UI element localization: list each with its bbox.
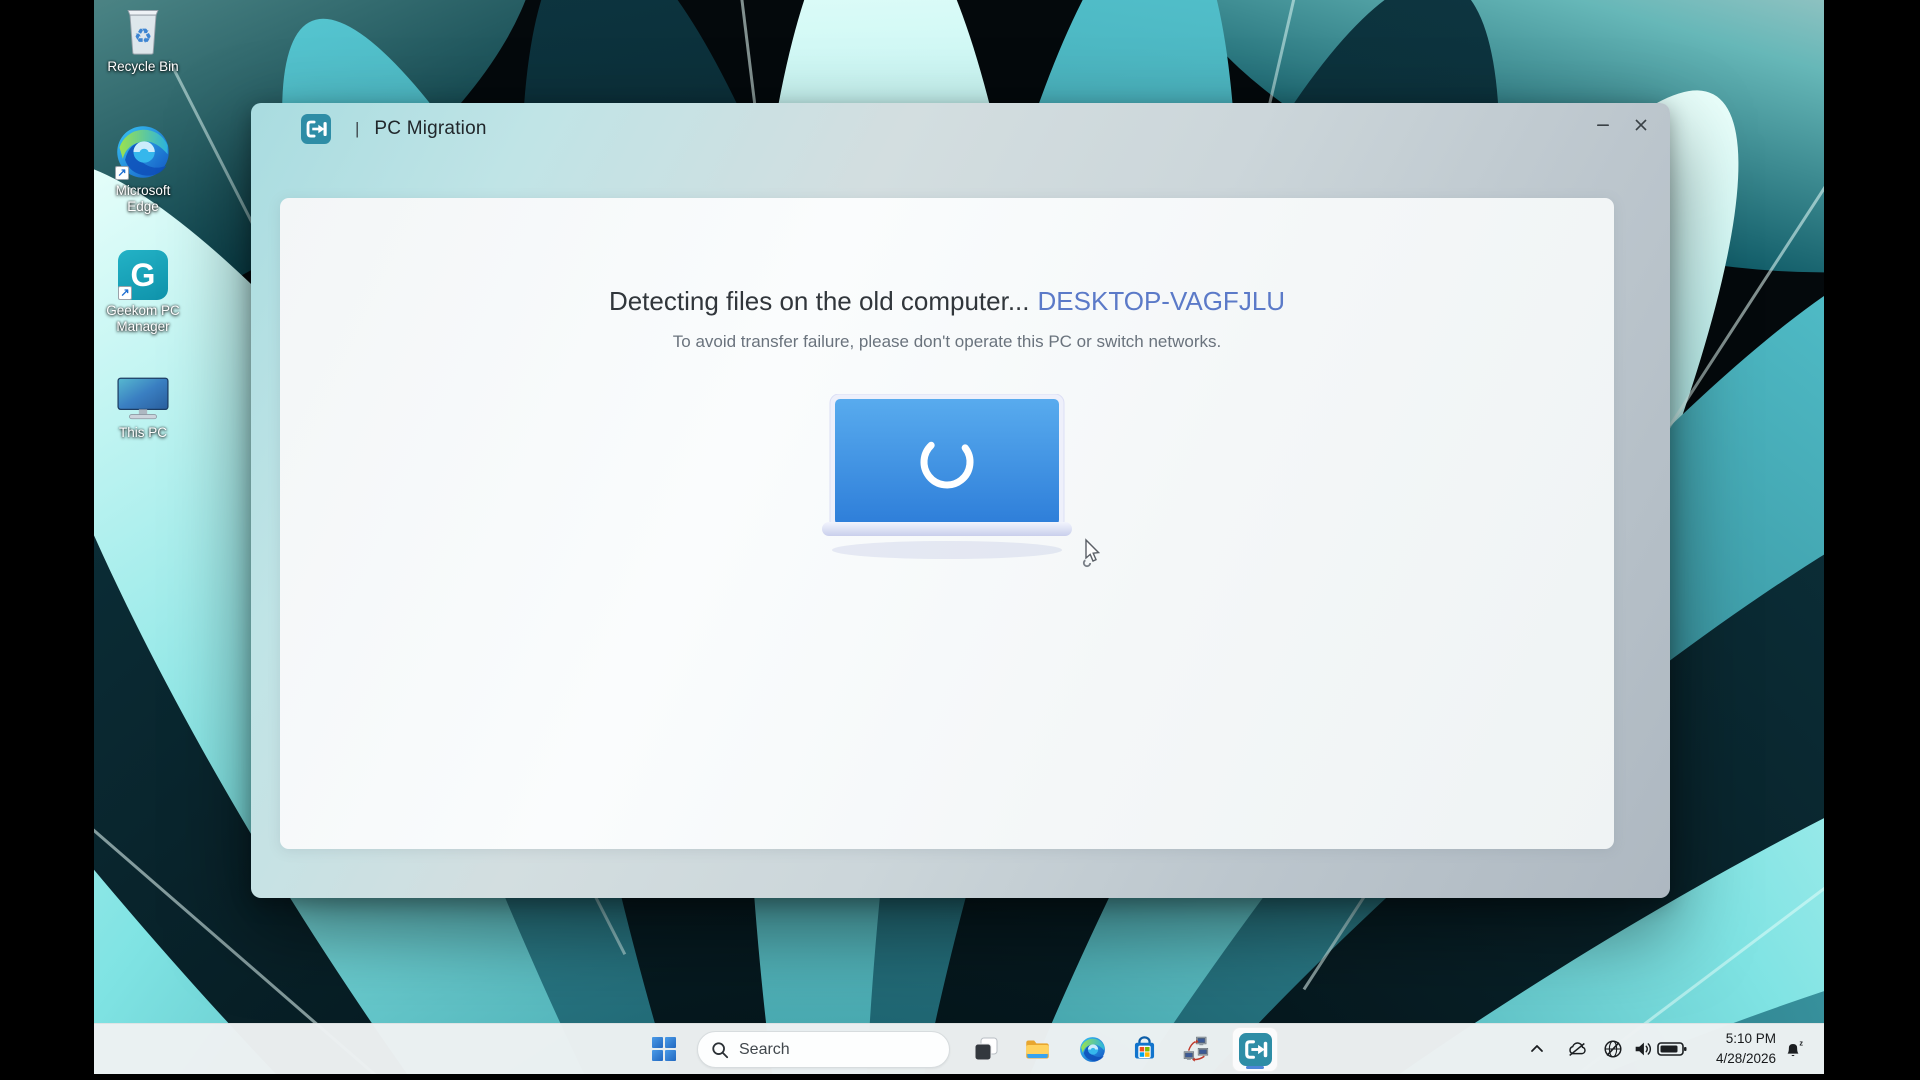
shortcut-arrow-icon: ↗ <box>115 166 129 180</box>
desktop-icon-label: Geekom PC Manager <box>102 303 184 335</box>
pc-migration-app-icon <box>301 114 331 144</box>
recycle-symbol: ♻ <box>134 26 152 48</box>
desktop-icon-geekom-pc-manager[interactable]: G ↗ Geekom PC Manager <box>102 250 184 335</box>
migration-content-panel: Detecting files on the old computer... DE… <box>280 198 1614 849</box>
microsoft-store-button[interactable] <box>1125 1030 1163 1068</box>
running-app-indicator <box>1246 1066 1264 1069</box>
edge-taskbar-button[interactable] <box>1073 1030 1111 1068</box>
recycle-bin-icon: ♻ <box>120 4 166 56</box>
desktop-icon-label: Recycle Bin <box>107 59 178 75</box>
cloud-offline-icon[interactable] <box>1562 1034 1592 1064</box>
task-view-button[interactable] <box>967 1030 1005 1068</box>
laptop-illustration <box>817 394 1077 574</box>
pc-migration-icon <box>1239 1033 1272 1066</box>
desktop-icon-label: Microsoft Edge <box>102 183 184 215</box>
desktop-icon-recycle-bin[interactable]: ♻ Recycle Bin <box>102 4 184 75</box>
notification-bell-dnd-icon[interactable]: z <box>1778 1034 1808 1064</box>
close-button[interactable] <box>1622 107 1660 143</box>
desktop-icon-label: This PC <box>119 425 167 441</box>
file-explorer-button[interactable] <box>1018 1030 1056 1068</box>
screen: ♻ Recycle Bin <box>0 0 1920 1080</box>
tray-chevron-up-icon[interactable] <box>1522 1034 1552 1064</box>
start-button[interactable] <box>645 1030 683 1068</box>
tray-time: 5:10 PM <box>1682 1029 1776 1049</box>
pc-migration-window: | PC Migration Detecting fi <box>251 103 1670 898</box>
edge-icon: ↗ <box>115 124 171 180</box>
pc-migration-taskbar-button[interactable] <box>1232 1027 1278 1072</box>
desktop-icon-this-pc[interactable]: This PC <box>102 376 184 441</box>
taskbar: Search <box>94 1023 1824 1074</box>
title-separator: | <box>355 119 359 139</box>
shortcut-arrow-icon: ↗ <box>118 286 132 300</box>
window-title: PC Migration <box>374 118 486 140</box>
search-icon <box>711 1041 729 1059</box>
no-internet-globe-icon[interactable] <box>1598 1034 1628 1064</box>
status-text: Detecting files on the old computer... <box>609 286 1030 316</box>
desktop-icon-microsoft-edge[interactable]: ↗ Microsoft Edge <box>102 124 184 215</box>
tray-date: 4/28/2026 <box>1682 1049 1776 1069</box>
minimize-button[interactable] <box>1584 107 1622 143</box>
status-warning: To avoid transfer failure, please don't … <box>280 332 1614 352</box>
search-placeholder: Search <box>739 1041 790 1059</box>
remote-computer-name[interactable]: DESKTOP-VAGFJLU <box>1038 286 1286 316</box>
migration-tool-button[interactable] <box>1177 1030 1215 1068</box>
geekom-icon: G ↗ <box>118 250 168 300</box>
status-heading: Detecting files on the old computer... DE… <box>280 286 1614 317</box>
geekom-monogram: G <box>131 257 156 294</box>
window-titlebar[interactable]: | PC Migration <box>251 103 1670 155</box>
clock[interactable]: 5:10 PM 4/28/2026 <box>1682 1029 1776 1071</box>
search-input[interactable]: Search <box>697 1031 950 1068</box>
dnd-z-glyph: z <box>1799 1038 1803 1047</box>
desktop: ♻ Recycle Bin <box>94 0 1824 1074</box>
busy-cursor-icon <box>1080 538 1106 568</box>
this-pc-icon <box>116 376 170 422</box>
